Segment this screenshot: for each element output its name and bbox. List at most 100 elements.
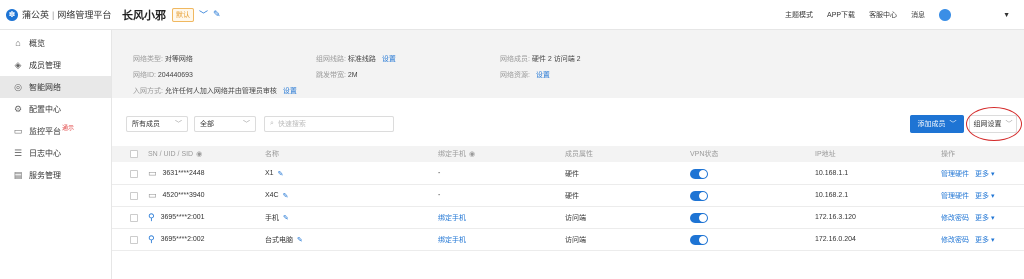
more-dropdown[interactable]: 更多 ▾ <box>975 169 994 179</box>
brand[interactable]: ✽ 蒲公英 | 网络管理平台 <box>0 8 112 21</box>
col-attr: 成员属性 <box>565 151 593 158</box>
add-member-label: 添加成员 <box>917 121 946 128</box>
caret-down-icon[interactable]: ▼ <box>1003 12 1010 19</box>
row-action-link[interactable]: 管理硬件 <box>941 191 969 201</box>
info-value: 204440693 <box>157 72 193 79</box>
vpn-toggle[interactable] <box>690 185 708 206</box>
cell-ip: 10.168.2.1 <box>815 192 849 199</box>
sidebar-item-label: 智能网络 <box>29 82 61 92</box>
eye-icon[interactable]: ◉ <box>196 150 202 158</box>
more-dropdown[interactable]: 更多 ▾ <box>975 235 994 245</box>
table-row: ⚲ 3695****2:001 手机 ✎ 绑定手机 访问端 172.16.3.120 修改密码… <box>112 207 1024 229</box>
app-download-link[interactable]: APP下载 <box>827 10 855 20</box>
info-value: 2M <box>347 72 358 79</box>
member-filter-select[interactable]: 所有成员 ﹀ <box>126 116 188 132</box>
theme-mode-link[interactable]: 主题模式 <box>785 10 813 20</box>
brand-name: 蒲公英 <box>22 10 50 20</box>
info-value: 对等网络 <box>164 56 193 63</box>
table-header: SN / UID / SID ◉ 名称 绑定手机 ◉ 成员属性 VPN状态 IP… <box>112 146 1024 162</box>
row-checkbox[interactable] <box>130 229 138 250</box>
router-icon: ▭ <box>148 190 157 200</box>
home-icon: ⌂ <box>15 38 21 48</box>
cell-sn: ⚲ 3695****2:002 <box>148 229 205 250</box>
chevron-down-icon[interactable]: ﹀ <box>199 8 208 21</box>
sidebar-item-monitor[interactable]: ▭ 监控平台 通示 <box>0 120 111 142</box>
vpn-toggle[interactable] <box>690 229 708 250</box>
cell-ops: 修改密码 更多 ▾ <box>941 229 994 250</box>
cell-ip: 10.168.1.1 <box>815 170 849 177</box>
row-checkbox[interactable] <box>130 163 138 184</box>
top-nav: 主题模式 APP下载 客服中心 消息 ▼ <box>771 0 1024 30</box>
sidebar-item-label: 监控平台 <box>29 126 61 136</box>
pencil-icon[interactable]: ✎ <box>278 170 284 178</box>
eye-icon[interactable]: ◉ <box>469 150 475 158</box>
col-phone: 绑定手机 ◉ <box>438 150 476 158</box>
search-input[interactable]: ⌕ 快速搜索 <box>264 116 394 132</box>
add-member-button[interactable]: 添加成员 ﹀ <box>910 115 964 133</box>
cell-phone[interactable]: 绑定手机 <box>438 207 466 228</box>
name-value: 台式电脑 <box>265 236 293 244</box>
row-action-link[interactable]: 修改密码 <box>941 235 969 245</box>
cell-ip: 172.16.0.204 <box>815 236 856 243</box>
messages-link[interactable]: 消息 <box>911 10 925 20</box>
cell-phone: - <box>438 170 441 177</box>
table-row: ▭ 3631****2448 X1 ✎ - 硬件 10.168.1.1 管理硬件 更多 ▾ <box>112 163 1024 185</box>
sidebar-item-label: 配置中心 <box>29 104 61 114</box>
sidebar-item-overview[interactable]: ⌂ 概览 <box>0 32 111 54</box>
vpn-toggle[interactable] <box>690 163 708 184</box>
col-vpn: VPN状态 <box>690 151 719 158</box>
router-icon: ▭ <box>148 168 157 178</box>
select-all-checkbox[interactable] <box>130 146 138 162</box>
pencil-icon[interactable]: ✎ <box>213 9 221 20</box>
log-icon: ☰ <box>13 147 23 158</box>
resource-settings-link[interactable]: 设置 <box>536 72 550 79</box>
avatar[interactable] <box>939 9 952 21</box>
network-info-panel: 网络类型: 对等网络 网络ID: 204440693 入网方式: 允许任何人加入… <box>112 30 1024 98</box>
row-action-link[interactable]: 管理硬件 <box>941 169 969 179</box>
pencil-icon[interactable]: ✎ <box>297 236 303 244</box>
cell-attr: 硬件 <box>565 192 579 200</box>
more-dropdown[interactable]: 更多 ▾ <box>975 213 994 223</box>
cell-ops: 管理硬件 更多 ▾ <box>941 185 994 206</box>
type-filter-select[interactable]: 全部 ﹀ <box>194 116 256 132</box>
sidebar-item-members[interactable]: ◈ 成员管理 <box>0 54 111 76</box>
cell-attr: 硬件 <box>565 170 579 178</box>
join-settings-link[interactable]: 设置 <box>283 88 297 95</box>
more-dropdown[interactable]: 更多 ▾ <box>975 191 994 201</box>
sidebar-item-services[interactable]: ▤ 服务管理 <box>0 164 111 186</box>
row-checkbox[interactable] <box>130 185 138 206</box>
cell-name: X1 ✎ <box>265 163 283 184</box>
line-settings-link[interactable]: 设置 <box>382 56 396 63</box>
pencil-icon[interactable]: ✎ <box>283 192 289 200</box>
pencil-icon[interactable]: ✎ <box>283 214 289 222</box>
new-superscript: 通示 <box>62 125 75 132</box>
cell-sn: ▭ 4520****3940 <box>148 185 205 206</box>
info-line: 组网线路: 标准线路 设置 <box>316 54 396 64</box>
network-switcher[interactable]: 长风小邪 默认 ﹀ ✎ <box>122 7 221 23</box>
row-action-link[interactable]: 修改密码 <box>941 213 969 223</box>
chevron-down-icon: ﹀ <box>1005 121 1013 128</box>
network-settings-button[interactable]: 组网设置 ﹀ <box>969 115 1017 133</box>
top-bar: ✽ 蒲公英 | 网络管理平台 长风小邪 默认 ﹀ ✎ 主题模式 APP下载 客服… <box>0 0 1024 30</box>
info-value: 允许任何人加入网络并由管理员审核 <box>164 88 277 95</box>
info-value: 标准线路 <box>347 56 376 63</box>
info-members: 网络成员: 硬件 2 访问端 2 <box>500 54 581 64</box>
sidebar-item-logs[interactable]: ☰ 日志中心 <box>0 142 111 164</box>
vpn-toggle[interactable] <box>690 207 708 228</box>
person-icon: ⚲ <box>148 212 155 222</box>
info-label: 网络成员: <box>500 56 530 63</box>
sidebar-item-smart-network[interactable]: ◎ 智能网络 <box>0 76 111 98</box>
sidebar-item-config[interactable]: ⚙ 配置中心 <box>0 98 111 120</box>
sn-value: 3695****2:002 <box>160 236 205 243</box>
network-icon: ◎ <box>14 81 22 92</box>
row-checkbox[interactable] <box>130 207 138 228</box>
stack-icon: ◈ <box>14 59 22 70</box>
sn-value: 3695****2:001 <box>160 214 205 221</box>
info-label: 入网方式: <box>133 88 163 95</box>
chevron-down-icon: ﹀ <box>175 121 182 128</box>
info-label: 网络ID: <box>133 72 156 79</box>
cell-phone[interactable]: 绑定手机 <box>438 229 466 250</box>
name-value: X4C <box>265 192 279 199</box>
search-icon: ⌕ <box>270 120 274 127</box>
service-center-link[interactable]: 客服中心 <box>869 10 897 20</box>
